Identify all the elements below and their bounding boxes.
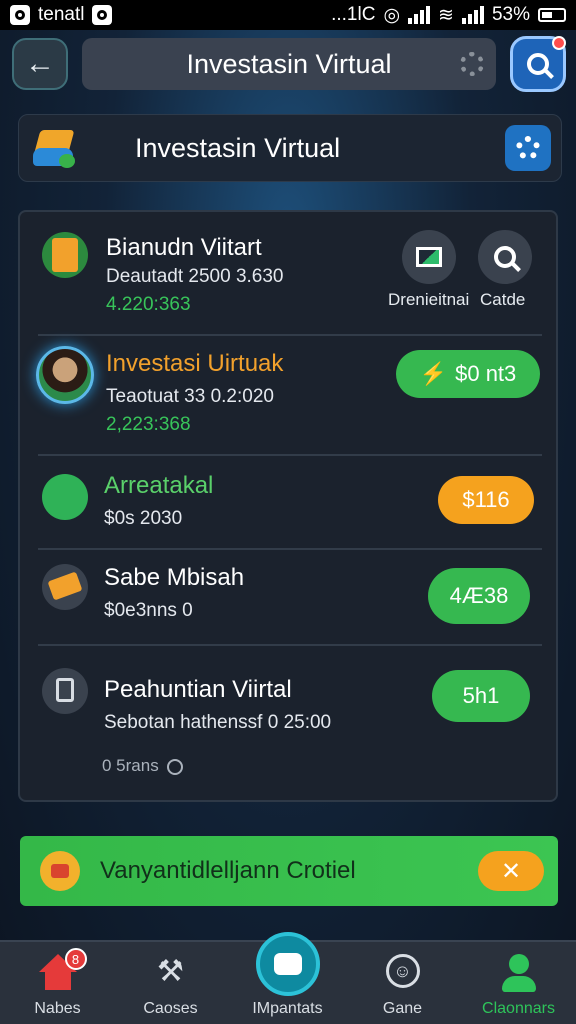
list-item[interactable]: Investasi Uirtuak Teaotuat 33 0.2:020 2,… <box>20 336 556 454</box>
nav-item-home[interactable]: 8 Nabes <box>0 942 115 1024</box>
page-title: Investasin Virtual <box>135 132 341 163</box>
zoom-label: Catde <box>480 290 526 309</box>
header-card: Investasin Virtual <box>18 114 562 182</box>
building-icon <box>42 232 88 278</box>
extra-status: 0 5rans <box>102 756 184 776</box>
nav-item-claonnars[interactable]: Claonnars <box>461 942 576 1024</box>
signal-strength-icon <box>461 6 484 24</box>
item-name: Arreatakal <box>104 472 214 499</box>
gear-icon[interactable] <box>460 52 484 76</box>
item-sub: Teaotuat 33 0.2:020 <box>106 386 274 407</box>
invest-button[interactable]: ⚡ $0 nt3 <box>396 350 540 398</box>
wifi-icon: ≋ <box>438 4 454 26</box>
search-icon <box>527 53 549 75</box>
notification-square-icon <box>92 5 113 25</box>
zoom-icon <box>494 246 516 268</box>
investment-list: Bianudn Viitart Deautadt 2500 3.630 4.22… <box>18 210 558 802</box>
notification-badge: 8 <box>64 948 87 970</box>
investment-logo-icon <box>33 128 79 168</box>
gear-icon <box>516 136 540 160</box>
price-button[interactable]: 4Æ38 <box>428 568 530 624</box>
battery-percent: 53% <box>491 4 530 25</box>
close-x-icon: ✕ <box>500 857 522 885</box>
dashboard-button[interactable] <box>402 230 456 284</box>
item-name: Sabe Mbisah <box>104 564 245 591</box>
nav-label: IMpantats <box>252 1000 323 1017</box>
price-button[interactable]: 5h1 <box>432 670 530 722</box>
item-sub: $0e3nns 0 <box>104 600 193 621</box>
top-title-bar: Investasin Virtual <box>82 38 496 90</box>
notification-app-icon <box>10 5 30 25</box>
nav-item-gane[interactable]: ☺ Gane <box>345 942 460 1024</box>
top-title: Investasin Virtual <box>186 48 392 79</box>
avatar <box>36 346 94 404</box>
zoom-button[interactable] <box>478 230 532 284</box>
settings-button[interactable] <box>505 125 551 171</box>
price-button-label: 4Æ38 <box>449 583 509 608</box>
gift-icon <box>40 851 80 891</box>
price-button-label: 5h1 <box>462 683 500 708</box>
item-sub: Deautadt 2500 3.630 <box>106 266 284 287</box>
signal-icon <box>408 6 431 24</box>
tools-icon <box>42 564 88 610</box>
tools-icon: ⚒ <box>157 955 184 988</box>
status-carrier: tenatl <box>38 4 85 25</box>
promo-close-button[interactable]: ✕ <box>478 851 544 891</box>
arrow-left-icon: ← <box>25 47 55 80</box>
list-item[interactable]: Arreatakal $0s 2030 $116 <box>20 456 556 548</box>
status-bar: tenatl ...1lC ◎ ≋ 53% <box>0 0 576 30</box>
person-icon <box>498 954 540 992</box>
dashboard-label: Drenieitnai <box>388 290 470 309</box>
center-chat-button[interactable] <box>256 932 320 996</box>
search-button[interactable] <box>510 36 566 92</box>
status-indicators: ...1lC <box>331 4 376 25</box>
item-name: Peahuntian Viirtal <box>104 676 292 703</box>
alarm-icon: ◎ <box>383 4 401 26</box>
item-sub: Sebotan hathenssf 0 25:00 <box>104 712 332 733</box>
nav-item-caoses[interactable]: ⚒ Caoses <box>113 942 228 1024</box>
item-value: 4.220:363 <box>106 294 191 315</box>
smiley-icon: ☺ <box>382 954 424 992</box>
nav-label: Nabes <box>34 1000 81 1017</box>
home-icon: 8 <box>37 948 87 992</box>
chat-icon <box>274 953 302 975</box>
item-name: Investasi Uirtuak <box>106 350 284 377</box>
nav-label: Claonnars <box>482 1000 555 1017</box>
back-button[interactable]: ← <box>12 38 68 90</box>
list-item[interactable]: Bianudn Viitart Deautadt 2500 3.630 4.22… <box>20 212 556 334</box>
notification-dot <box>552 36 566 50</box>
price-button[interactable]: $116 <box>438 476 534 524</box>
document-icon <box>42 668 88 714</box>
item-name: Bianudn Viitart <box>106 234 262 261</box>
item-sub: $0s 2030 <box>104 508 183 529</box>
price-button-label: $116 <box>462 487 510 512</box>
list-item[interactable]: Sabe Mbisah $0e3nns 0 4Æ38 <box>20 550 556 644</box>
list-item[interactable]: Peahuntian Viirtal Sebotan hathenssf 0 2… <box>20 646 556 796</box>
lightning-icon: ⚡ <box>419 361 448 386</box>
badge-seal-icon <box>42 474 88 520</box>
promo-label: Vanyantidlelljann Crotiel <box>100 857 356 884</box>
nav-label: Gane <box>382 1000 423 1017</box>
promo-banner[interactable]: Vanyantidlelljann Crotiel ✕ <box>20 836 558 906</box>
info-icon <box>167 758 184 775</box>
nav-label: Caoses <box>143 1000 198 1017</box>
item-value: 2,223:368 <box>106 414 191 435</box>
battery-icon <box>538 8 566 22</box>
invest-button-label: $0 nt3 <box>455 361 517 386</box>
chart-screen-icon <box>416 247 442 267</box>
